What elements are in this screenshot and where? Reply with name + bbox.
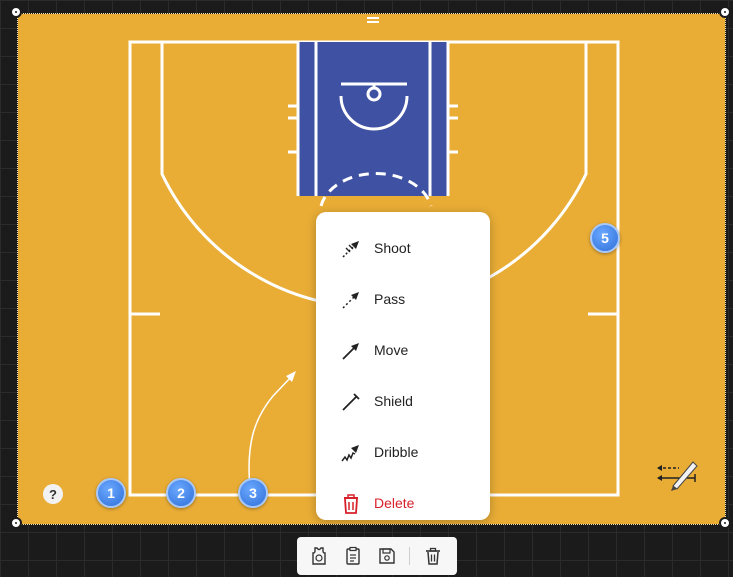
toolbar-divider	[409, 547, 410, 565]
menu-item-shoot[interactable]: Shoot	[316, 228, 490, 268]
resize-handle-bottom-right[interactable]	[719, 517, 731, 529]
notes-icon[interactable]	[343, 546, 363, 566]
save-icon[interactable]	[377, 546, 397, 566]
pen-arrows-icon[interactable]	[655, 456, 699, 492]
player-token-1[interactable]: 1	[96, 478, 126, 508]
menu-label: Pass	[374, 291, 406, 307]
menu-label: Shield	[374, 393, 413, 409]
help-button[interactable]: ?	[43, 484, 63, 504]
bottom-toolbar	[297, 537, 457, 575]
menu-label: Move	[374, 342, 409, 358]
trash-icon[interactable]	[423, 546, 443, 566]
shield-line-icon	[342, 393, 360, 411]
jersey-icon[interactable]	[309, 546, 329, 566]
menu-item-move[interactable]: Move	[316, 330, 490, 370]
pass-arrow-icon	[342, 292, 359, 309]
player-token-3[interactable]: 3	[238, 478, 268, 508]
hamburger-icon[interactable]	[367, 17, 379, 25]
menu-label: Shoot	[374, 240, 411, 256]
shoot-arrow-icon	[342, 241, 359, 258]
menu-label: Dribble	[374, 444, 419, 460]
menu-item-shield[interactable]: Shield	[316, 381, 490, 421]
action-context-menu: Shoot Pass Move Shield Dribble Delete	[316, 212, 490, 520]
resize-handle-top-right[interactable]	[719, 6, 731, 18]
resize-handle-top-left[interactable]	[10, 6, 22, 18]
trash-icon	[344, 494, 358, 514]
dribble-arrow-icon	[341, 445, 359, 462]
menu-item-delete[interactable]: Delete	[316, 483, 490, 523]
menu-item-dribble[interactable]: Dribble	[316, 432, 490, 472]
menu-item-pass[interactable]: Pass	[316, 279, 490, 319]
move-arrow-icon	[342, 343, 359, 360]
player-token-2[interactable]: 2	[166, 478, 196, 508]
player-token-5[interactable]: 5	[590, 223, 620, 253]
menu-label: Delete	[374, 495, 415, 511]
resize-handle-bottom-left[interactable]	[10, 517, 22, 529]
